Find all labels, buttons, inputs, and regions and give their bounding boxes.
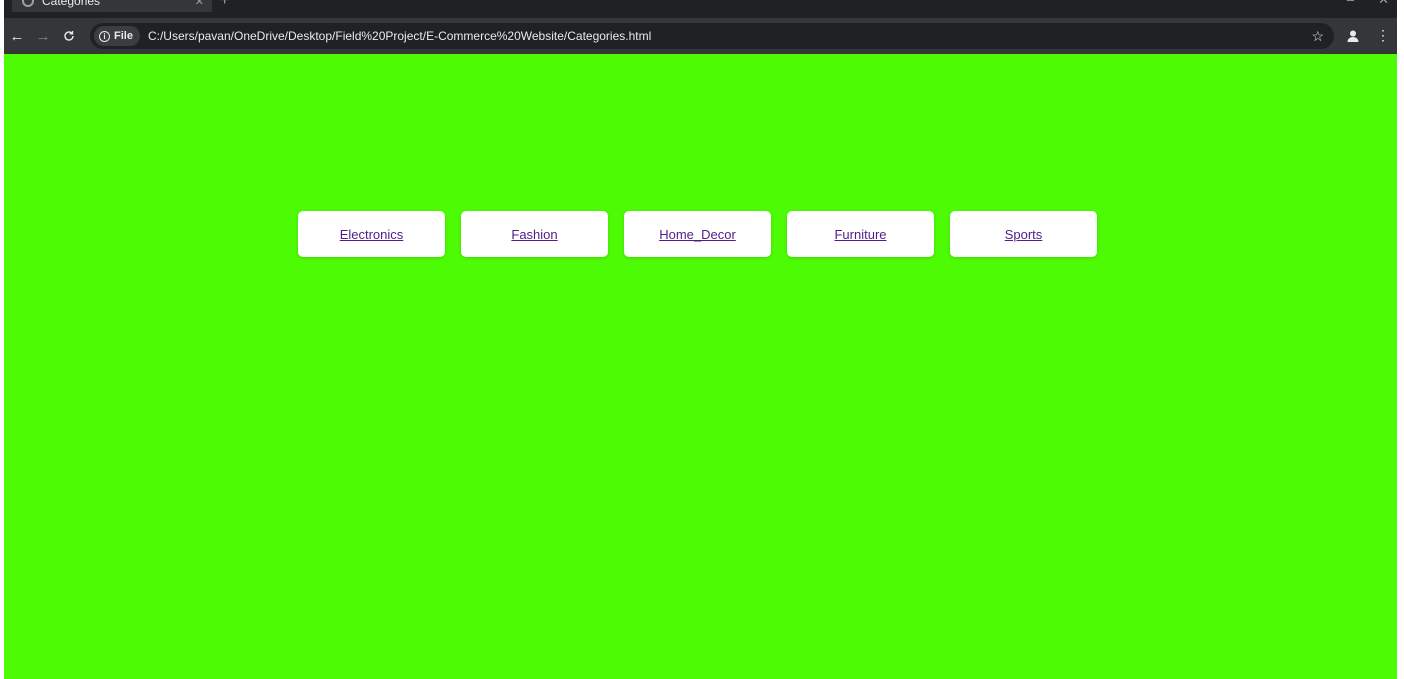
address-bar[interactable]: i File C:/Users/pavan/OneDrive/Desktop/F…: [90, 23, 1334, 49]
tab-categories[interactable]: Categories ✕: [12, 0, 212, 12]
globe-icon: [22, 0, 34, 7]
profile-button[interactable]: [1344, 27, 1362, 45]
tab-title: Categories: [42, 0, 101, 8]
category-link-electronics[interactable]: Electronics: [340, 227, 404, 242]
bookmark-star-icon[interactable]: ☆: [1311, 28, 1324, 45]
info-icon: i: [99, 30, 110, 42]
tab-strip: Categories ✕ + – ✕: [4, 0, 1397, 18]
category-card-electronics: Electronics: [298, 211, 445, 257]
window-controls: – ✕: [1347, 0, 1389, 8]
category-card-furniture: Furniture: [787, 211, 934, 257]
back-button[interactable]: ←: [4, 23, 30, 49]
url-text[interactable]: C:/Users/pavan/OneDrive/Desktop/Field%20…: [148, 29, 651, 43]
category-link-sports[interactable]: Sports: [1005, 227, 1043, 242]
category-card-sports: Sports: [950, 211, 1097, 257]
forward-button[interactable]: →: [30, 23, 56, 49]
back-arrow-icon: ←: [9, 27, 25, 45]
category-card-home-decor: Home_Decor: [624, 211, 771, 257]
file-chip-label: File: [114, 30, 133, 42]
category-link-home-decor[interactable]: Home_Decor: [659, 227, 736, 242]
page-content: Electronics Fashion Home_Decor Furniture…: [4, 54, 1397, 679]
browser-toolbar: ← → i File C:/Users/pavan/OneDrive/Deskt…: [4, 18, 1397, 54]
category-link-furniture[interactable]: Furniture: [834, 227, 886, 242]
reload-icon: [64, 31, 74, 41]
browser-menu-icon[interactable]: ⋮: [1376, 27, 1390, 44]
category-card-fashion: Fashion: [461, 211, 608, 257]
close-tab-icon[interactable]: ✕: [195, 0, 204, 8]
reload-button[interactable]: [56, 23, 82, 49]
site-info-chip[interactable]: i File: [94, 26, 140, 46]
browser-window: Categories ✕ + – ✕ ← → i File C:/Users/p: [4, 0, 1397, 679]
forward-arrow-icon: →: [35, 27, 51, 45]
category-link-fashion[interactable]: Fashion: [511, 227, 557, 242]
minimize-icon[interactable]: –: [1347, 0, 1354, 8]
new-tab-icon[interactable]: +: [220, 0, 229, 10]
category-list: Electronics Fashion Home_Decor Furniture…: [298, 211, 1097, 257]
close-window-icon[interactable]: ✕: [1378, 0, 1389, 8]
profile-avatar-icon: [1347, 30, 1359, 42]
